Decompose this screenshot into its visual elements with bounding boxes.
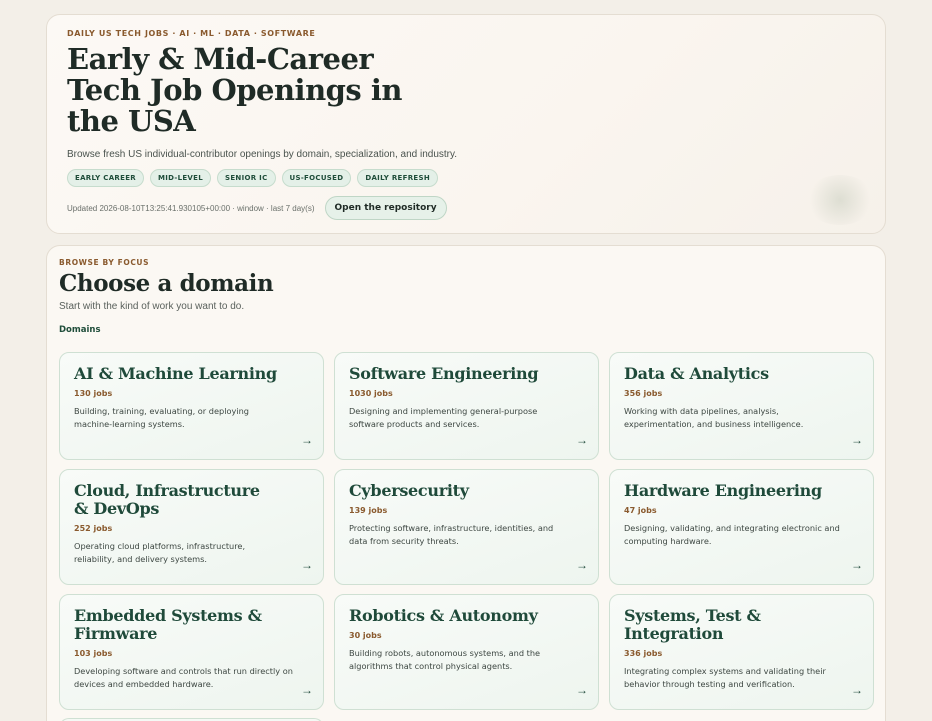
card-job-count: 139 jobs: [349, 506, 388, 515]
arrow-right-icon: →: [301, 433, 313, 447]
card-description: Building robots, autonomous systems, and…: [349, 648, 541, 671]
decorative-glow: [805, 175, 875, 225]
tag-list: EARLY CAREER MID-LEVEL SENIOR IC US-FOCU…: [67, 169, 865, 187]
browse-eyebrow: BROWSE BY FOCUS: [59, 258, 150, 267]
domain-card-hardware-engineering[interactable]: Hardware Engineering 47 jobs Designing, …: [609, 469, 874, 585]
hero-panel: DAILY US TECH JOBS · AI · ML · DATA · SO…: [46, 14, 886, 234]
card-description: Designing, validating, and integrating e…: [624, 523, 840, 546]
card-title: Cybersecurity: [349, 481, 469, 500]
domain-card-data-analytics[interactable]: Data & Analytics 356 jobs Working with d…: [609, 352, 874, 460]
domain-card-robotics-autonomy[interactable]: Robotics & Autonomy 30 jobs Building rob…: [334, 594, 599, 710]
arrow-right-icon: →: [851, 683, 863, 697]
tag-senior-ic: SENIOR IC: [217, 169, 276, 187]
card-description: Building, training, evaluating, or deplo…: [74, 406, 249, 429]
card-description: Working with data pipelines, analysis, e…: [624, 406, 804, 429]
arrow-right-icon: →: [576, 683, 588, 697]
card-description: Developing software and controls that ru…: [74, 666, 293, 689]
hero-subtitle: Browse fresh US individual-contributor o…: [67, 149, 458, 160]
arrow-right-icon: →: [576, 558, 588, 572]
domain-card-systems-test-integration[interactable]: Systems, Test & Integration 336 jobs Int…: [609, 594, 874, 710]
tag-us-focused: US-FOCUSED: [281, 169, 352, 187]
card-job-count: 130 jobs: [74, 389, 113, 398]
domain-card-embedded-firmware[interactable]: Embedded Systems & Firmware 103 jobs Dev…: [59, 594, 324, 710]
card-description: Designing and implementing general-purpo…: [349, 406, 538, 429]
card-title: Embedded Systems & Firmware: [74, 606, 262, 643]
arrow-right-icon: →: [301, 558, 313, 572]
card-job-count: 30 jobs: [349, 631, 382, 640]
card-description: Protecting software, infrastructure, ide…: [349, 523, 554, 546]
card-description: Integrating complex systems and validati…: [624, 666, 826, 689]
tag-mid-level: MID-LEVEL: [149, 169, 211, 187]
open-repository-button[interactable]: Open the repository: [324, 196, 447, 220]
browse-panel: BROWSE BY FOCUS Choose a domain Start wi…: [46, 245, 886, 721]
card-title: Software Engineering: [349, 364, 539, 383]
card-job-count: 336 jobs: [624, 649, 663, 658]
card-title: Hardware Engineering: [624, 481, 822, 500]
card-job-count: 252 jobs: [74, 524, 113, 533]
card-title: Systems, Test & Integration: [624, 606, 761, 643]
card-job-count: 103 jobs: [74, 649, 113, 658]
card-title: Robotics & Autonomy: [349, 606, 538, 625]
browse-title: Choose a domain: [59, 270, 274, 297]
domain-card-cybersecurity[interactable]: Cybersecurity 139 jobs Protecting softwa…: [334, 469, 599, 585]
card-description: Operating cloud platforms, infrastructur…: [74, 541, 246, 564]
card-job-count: 47 jobs: [624, 506, 657, 515]
card-title: Cloud, Infrastructure & DevOps: [74, 481, 260, 518]
card-job-count: 1030 jobs: [349, 389, 393, 398]
arrow-right-icon: →: [851, 433, 863, 447]
tag-early-career: EARLY CAREER: [67, 169, 144, 187]
card-title: AI & Machine Learning: [74, 364, 277, 383]
arrow-right-icon: →: [301, 683, 313, 697]
meta-row: Updated 2026-08-10T13:25:41.930105+00:00…: [67, 196, 865, 220]
card-title: Data & Analytics: [624, 364, 769, 383]
domain-card-cloud-devops[interactable]: Cloud, Infrastructure & DevOps 252 jobs …: [59, 469, 324, 585]
domains-label: Domains: [59, 325, 101, 335]
domain-card-software-engineering[interactable]: Software Engineering 1030 jobs Designing…: [334, 352, 599, 460]
page-title: Early & Mid-Career Tech Job Openings in …: [67, 42, 402, 138]
domain-card-ai-ml[interactable]: AI & Machine Learning 130 jobs Building,…: [59, 352, 324, 460]
card-job-count: 356 jobs: [624, 389, 663, 398]
tag-daily-refresh: DAILY REFRESH: [357, 169, 438, 187]
browse-subtitle: Start with the kind of work you want to …: [59, 301, 245, 312]
arrow-right-icon: →: [576, 433, 588, 447]
hero-eyebrow: DAILY US TECH JOBS · AI · ML · DATA · SO…: [67, 29, 316, 38]
updated-timestamp: Updated 2026-08-10T13:25:41.930105+00:00…: [67, 203, 315, 213]
arrow-right-icon: →: [851, 558, 863, 572]
